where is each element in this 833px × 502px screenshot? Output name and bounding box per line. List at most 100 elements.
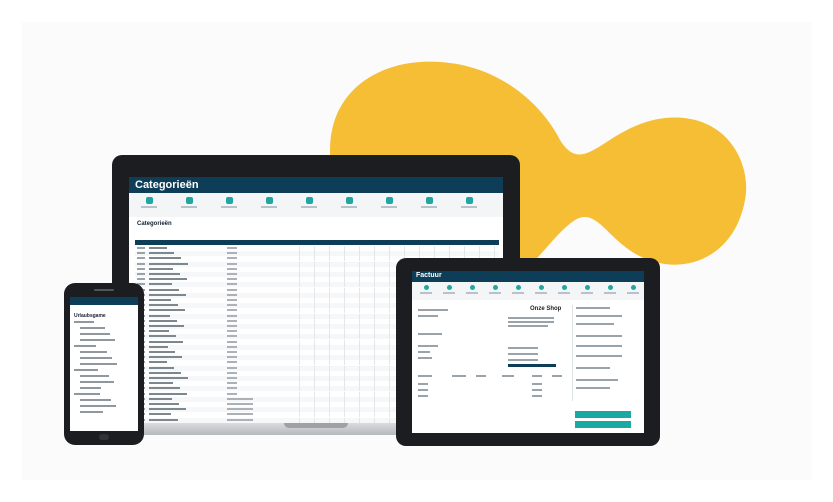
row-cell-type <box>227 330 237 333</box>
row-cell-id <box>137 252 145 255</box>
text-line <box>532 375 542 377</box>
row-cell-name <box>149 361 167 364</box>
row-cell-type <box>227 361 237 364</box>
row-cell-name <box>149 319 177 322</box>
row-cell-name <box>149 356 182 359</box>
row-cell-type <box>227 387 237 390</box>
row-cell-name <box>149 382 173 385</box>
toolbar-label-line <box>221 206 237 208</box>
laptop-toolbar-button[interactable] <box>381 197 397 208</box>
tablet-toolbar-button[interactable] <box>489 285 501 294</box>
row-cell-type <box>227 257 237 260</box>
row-cell-type <box>227 418 253 421</box>
row-cell-name <box>149 335 176 338</box>
tablet-toolbar-button[interactable] <box>443 285 455 294</box>
laptop-toolbar-button[interactable] <box>141 197 157 208</box>
row-cell-type <box>227 299 237 301</box>
tablet-toolbar-button[interactable] <box>604 285 616 294</box>
row-cell-name <box>149 408 186 411</box>
row-cell-name <box>149 273 180 275</box>
circle-plus-icon <box>145 197 153 204</box>
list-item[interactable] <box>80 333 110 335</box>
tablet-toolbar-button[interactable] <box>627 285 639 294</box>
tablet-toolbar-button[interactable] <box>512 285 524 294</box>
text-line <box>508 347 538 349</box>
tablet-toolbar-button[interactable] <box>535 285 547 294</box>
list-item[interactable] <box>80 363 117 365</box>
row-cell-type <box>227 278 237 281</box>
laptop-toolbar-button[interactable] <box>181 197 197 208</box>
row-cell-type <box>227 356 237 359</box>
text-line <box>508 359 538 361</box>
list-item[interactable] <box>80 381 114 383</box>
text-line <box>418 383 428 385</box>
tablet-toolbar-button[interactable] <box>466 285 478 294</box>
list-item[interactable] <box>80 357 112 359</box>
tablet-toolbar-button[interactable] <box>558 285 570 294</box>
toolbar-label-line <box>581 292 593 294</box>
list-item[interactable] <box>80 399 111 401</box>
laptop-toolbar-button[interactable] <box>261 197 277 208</box>
row-cell-type <box>227 304 237 307</box>
row-cell-type <box>227 413 253 416</box>
toolbar-label-line <box>341 206 357 208</box>
text-line <box>418 357 432 359</box>
row-cell-type <box>227 273 237 275</box>
toolbar-label-line <box>381 206 397 208</box>
side-panel-line <box>576 345 622 347</box>
list-item[interactable] <box>74 393 100 395</box>
tablet-toolbar <box>412 282 644 300</box>
circle-icon <box>561 285 567 290</box>
row-cell-name <box>149 283 172 286</box>
list-item[interactable] <box>80 375 109 377</box>
row-cell-id <box>137 247 145 249</box>
toolbar-label-line <box>535 292 547 294</box>
tablet-toolbar-button[interactable] <box>420 285 432 294</box>
laptop-toolbar-button[interactable] <box>461 197 477 208</box>
list-item[interactable] <box>74 321 94 323</box>
laptop-toolbar-button[interactable] <box>221 197 237 208</box>
phone-list <box>70 321 138 431</box>
toolbar-label-line <box>261 206 277 208</box>
laptop-toolbar-button[interactable] <box>301 197 317 208</box>
row-cell-name <box>149 252 174 255</box>
list-item[interactable] <box>74 369 98 371</box>
text-line <box>418 375 432 377</box>
document-icon <box>185 197 193 204</box>
row-cell-id <box>137 257 145 260</box>
tablet-action-button-2[interactable] <box>575 421 631 428</box>
row-cell-name <box>149 413 171 416</box>
row-cell-type <box>227 288 237 291</box>
toolbar-label-line <box>141 206 157 208</box>
list-item[interactable] <box>80 387 101 389</box>
list-item[interactable] <box>80 405 116 407</box>
row-cell-type <box>227 309 237 312</box>
tablet-action-button-1[interactable] <box>575 411 631 418</box>
laptop-toolbar-button[interactable] <box>421 197 437 208</box>
row-cell-name <box>149 330 169 333</box>
row-cell-type <box>227 403 253 405</box>
text-line <box>476 375 486 377</box>
tablet-toolbar-button[interactable] <box>581 285 593 294</box>
row-cell-type <box>227 325 237 327</box>
row-cell-type <box>227 392 237 395</box>
toolbar-label-line <box>301 206 317 208</box>
list-item[interactable] <box>80 327 105 329</box>
list-item[interactable] <box>80 351 107 353</box>
arrows-icon <box>385 197 393 204</box>
row-cell-name <box>149 267 173 270</box>
text-line <box>508 321 554 323</box>
row-cell-name <box>149 387 180 390</box>
row-cell-name <box>149 325 184 327</box>
row-cell-id <box>137 262 145 265</box>
list-item[interactable] <box>80 411 103 413</box>
circle-icon <box>492 285 498 290</box>
phone-home-button[interactable] <box>99 434 109 440</box>
laptop-toolbar-button[interactable] <box>341 197 357 208</box>
tablet-screen: Factuur Onze Shop <box>412 271 644 433</box>
circle-icon <box>515 285 521 290</box>
list-item[interactable] <box>80 339 115 341</box>
list-item[interactable] <box>74 345 96 347</box>
circle-icon <box>584 285 590 290</box>
document-icon <box>345 197 353 204</box>
